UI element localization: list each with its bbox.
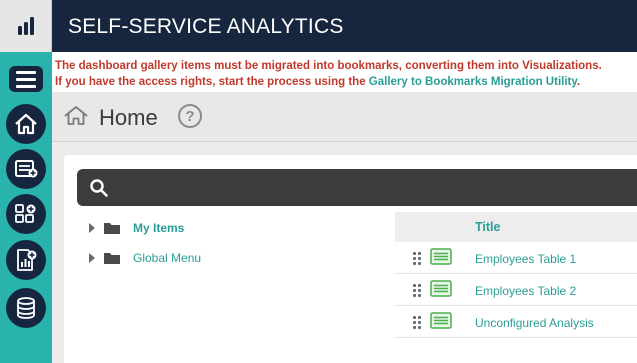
table-report-icon <box>430 280 452 297</box>
search-bar[interactable] <box>77 169 637 206</box>
add-dashboard-icon[interactable] <box>6 194 46 234</box>
search-icon[interactable] <box>89 178 109 203</box>
page-title: Home <box>99 105 158 130</box>
tree-item-global-menu[interactable]: Global Menu <box>89 249 201 267</box>
warning-line-2-prefix: If you have the access rights, start the… <box>55 76 369 88</box>
warning-line-2: If you have the access rights, start the… <box>55 74 637 90</box>
left-sidebar <box>0 52 52 363</box>
column-title-header[interactable]: Title <box>475 220 500 234</box>
home-icon[interactable] <box>6 104 46 144</box>
expand-arrow-icon[interactable] <box>89 223 95 233</box>
drag-handle-icon[interactable] <box>413 252 421 265</box>
items-list: Title Employees Table 1 Employees Table … <box>395 212 637 363</box>
database-icon[interactable] <box>6 288 46 328</box>
row-title[interactable]: Unconfigured Analysis <box>475 316 594 330</box>
migration-utility-link[interactable]: Gallery to Bookmarks Migration Utility <box>369 76 577 88</box>
drag-handle-icon[interactable] <box>413 316 421 329</box>
table-report-icon <box>430 312 452 329</box>
bar-chart-logo-icon[interactable] <box>0 0 52 52</box>
migration-warning: The dashboard gallery items must be migr… <box>52 52 637 92</box>
tree-item-label: My Items <box>133 221 185 235</box>
list-row[interactable]: Employees Table 2 <box>395 274 637 306</box>
add-list-report-icon[interactable] <box>6 149 46 189</box>
warning-line-2-suffix: . <box>576 76 581 88</box>
row-title[interactable]: Employees Table 2 <box>475 284 576 298</box>
hamburger-menu-icon[interactable] <box>9 66 43 92</box>
table-report-icon <box>430 248 452 265</box>
app-root: SELF-SERVICE ANALYTICS The dashboard gal… <box>0 0 637 363</box>
page-header: Home ? <box>52 92 637 142</box>
top-bar: SELF-SERVICE ANALYTICS <box>0 0 637 52</box>
list-header: Title <box>395 212 637 242</box>
home-outline-icon[interactable] <box>63 104 89 133</box>
folder-icon <box>104 223 120 234</box>
tree-item-my-items[interactable]: My Items <box>89 219 184 237</box>
tree-item-label: Global Menu <box>133 251 202 265</box>
row-title[interactable]: Employees Table 1 <box>475 252 576 266</box>
expand-arrow-icon[interactable] <box>89 253 95 263</box>
drag-handle-icon[interactable] <box>413 284 421 297</box>
folder-icon <box>104 253 120 264</box>
list-row[interactable]: Employees Table 1 <box>395 242 637 274</box>
app-title: SELF-SERVICE ANALYTICS <box>68 15 344 38</box>
add-chart-document-icon[interactable] <box>6 240 46 280</box>
help-icon[interactable]: ? <box>178 104 202 128</box>
warning-line-1: The dashboard gallery items must be migr… <box>55 60 602 72</box>
list-row[interactable]: Unconfigured Analysis <box>395 306 637 338</box>
